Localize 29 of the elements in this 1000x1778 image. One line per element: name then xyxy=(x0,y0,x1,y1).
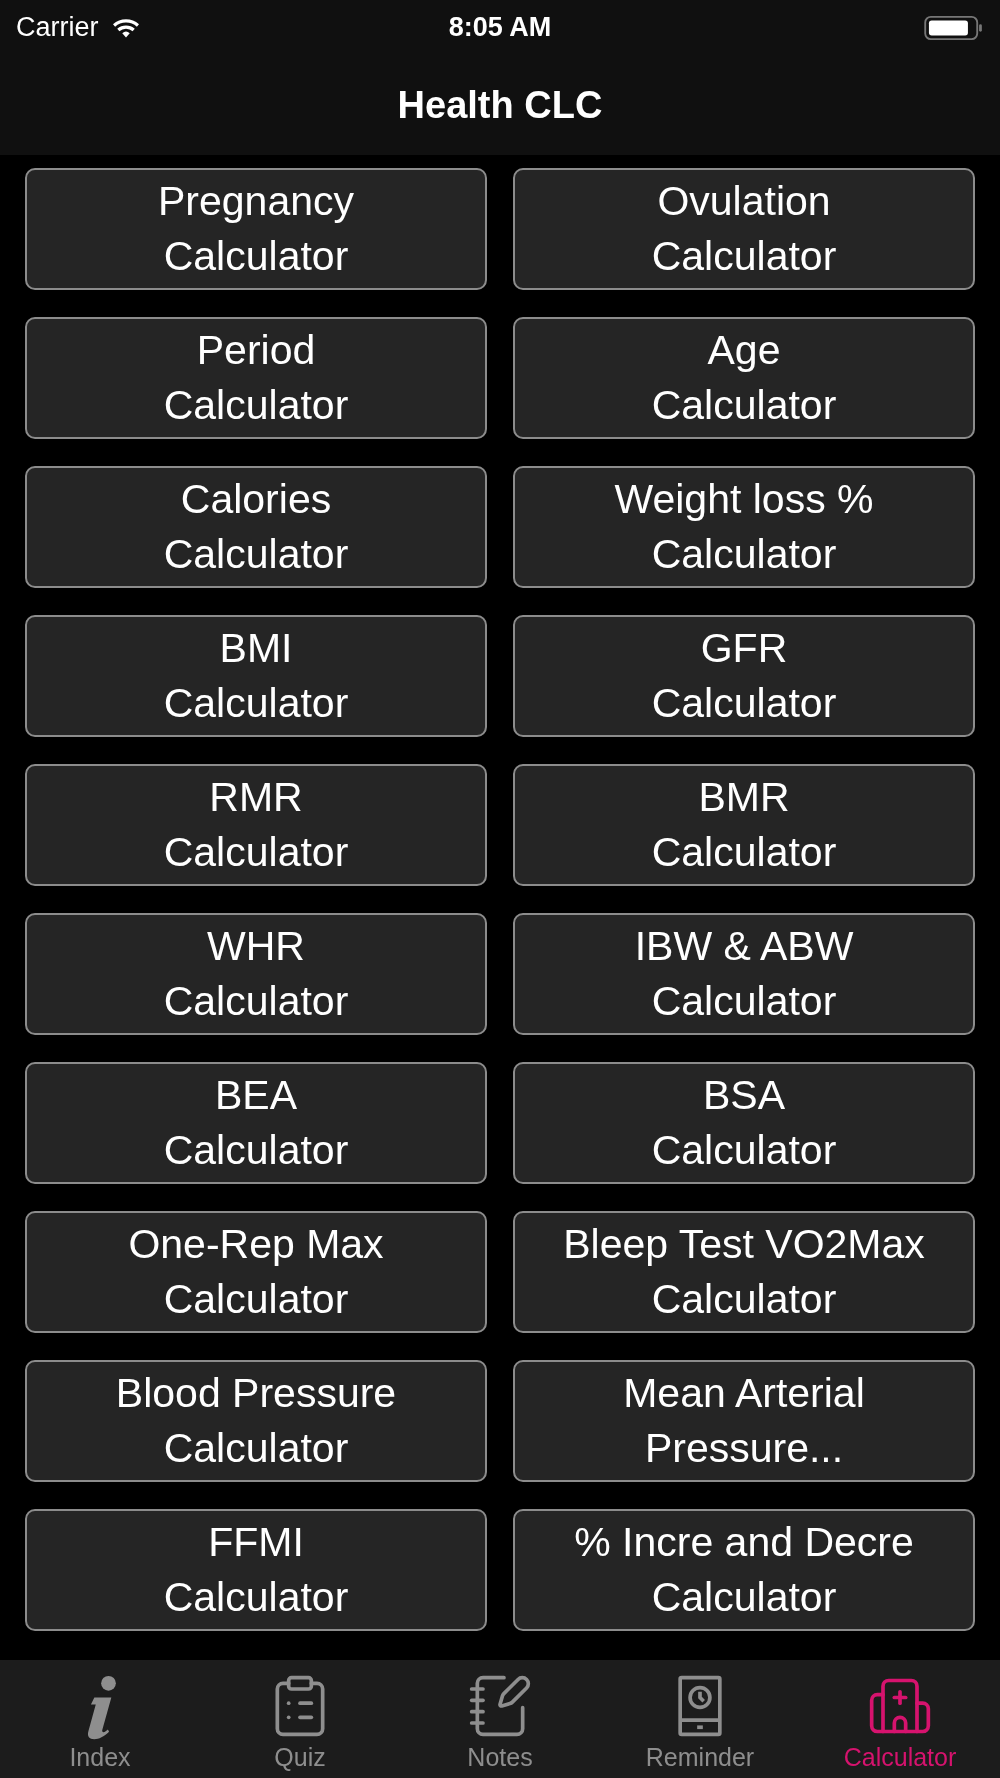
calculator-button[interactable]: Mean Arterial Pressure... xyxy=(513,1360,975,1482)
battery-icon xyxy=(924,14,984,41)
calculator-button[interactable]: RMR Calculator xyxy=(25,764,487,886)
tab-item[interactable]: Quiz xyxy=(200,1660,400,1778)
calculator-button[interactable]: BSA Calculator xyxy=(513,1062,975,1184)
calculator-button[interactable]: Period Calculator xyxy=(25,317,487,439)
calculator-button[interactable]: Pregnancy Calculator xyxy=(25,168,487,290)
calculator-button[interactable]: Weight loss % Calculator xyxy=(513,466,975,588)
calculator-button[interactable]: Ovulation Calculator xyxy=(513,168,975,290)
calculator-button[interactable]: WHR Calculator xyxy=(25,913,487,1035)
calculator-button[interactable]: GFR Calculator xyxy=(513,615,975,737)
tab-item[interactable]: Notes xyxy=(400,1660,600,1778)
calculator-button[interactable]: Bleep Test VO2Max Calculator xyxy=(513,1211,975,1333)
calculator-button[interactable]: BMI Calculator xyxy=(25,615,487,737)
nav-title: Health CLC xyxy=(397,82,603,128)
calculator-button[interactable]: One-Rep Max Calculator xyxy=(25,1211,487,1333)
calculator-button[interactable]: BEA Calculator xyxy=(25,1062,487,1184)
calculator-button[interactable]: Blood Pressure Calculator xyxy=(25,1360,487,1482)
carrier-label: Carrier xyxy=(16,11,99,45)
calculator-button[interactable]: Age Calculator xyxy=(513,317,975,439)
clock-time: 8:05 AM xyxy=(448,11,552,45)
tab-item[interactable]: Reminder xyxy=(600,1660,800,1778)
calculator-button[interactable]: BMR Calculator xyxy=(513,764,975,886)
calculator-button[interactable]: IBW & ABW Calculator xyxy=(513,913,975,1035)
calculator-button[interactable]: FFMI Calculator xyxy=(25,1509,487,1631)
wifi-icon xyxy=(110,16,141,39)
tab-item[interactable]: Index xyxy=(0,1660,200,1778)
calculator-button[interactable]: Calories Calculator xyxy=(25,466,487,588)
calculator-button[interactable]: % Incre and Decre Calculator xyxy=(513,1509,975,1631)
